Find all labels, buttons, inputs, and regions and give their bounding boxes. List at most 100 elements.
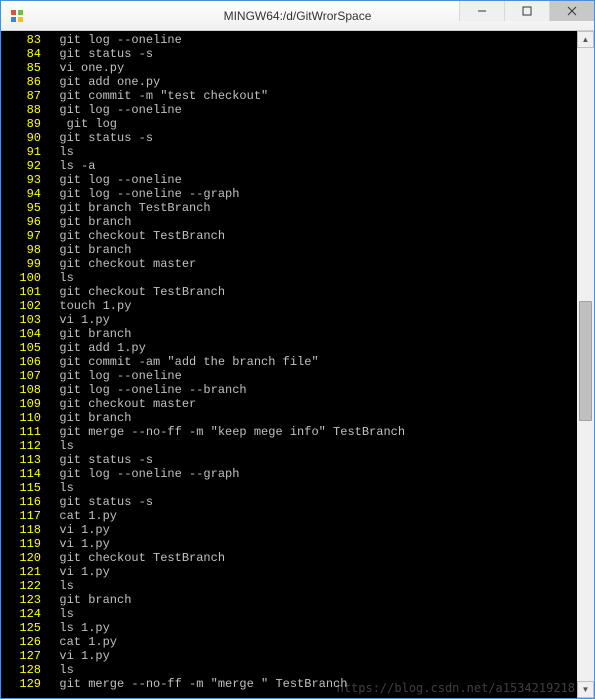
history-line: 97 git checkout TestBranch: [3, 229, 577, 243]
terminal-output[interactable]: 83 git log --oneline84 git status -s85 v…: [1, 31, 577, 698]
line-number: 96: [3, 215, 45, 229]
line-number: 128: [3, 663, 45, 677]
line-number: 115: [3, 481, 45, 495]
history-line: 100 ls: [3, 271, 577, 285]
line-number: 117: [3, 509, 45, 523]
history-line: 90 git status -s: [3, 131, 577, 145]
minimize-button[interactable]: [459, 1, 504, 21]
history-line: 113 git status -s: [3, 453, 577, 467]
history-line: 117 cat 1.py: [3, 509, 577, 523]
history-line: 120 git checkout TestBranch: [3, 551, 577, 565]
command-text: ls: [45, 145, 74, 159]
command-text: cat 1.py: [45, 635, 117, 649]
line-number: 94: [3, 187, 45, 201]
line-number: 123: [3, 593, 45, 607]
command-text: git commit -m "test checkout": [45, 89, 268, 103]
history-line: 104 git branch: [3, 327, 577, 341]
history-line: 105 git add 1.py: [3, 341, 577, 355]
line-number: 108: [3, 383, 45, 397]
line-number: 112: [3, 439, 45, 453]
command-text: vi one.py: [45, 61, 124, 75]
history-line: 118 vi 1.py: [3, 523, 577, 537]
line-number: 86: [3, 75, 45, 89]
history-line: 119 vi 1.py: [3, 537, 577, 551]
history-line: 125 ls 1.py: [3, 621, 577, 635]
history-line: 129 git merge --no-ff -m "merge " TestBr…: [3, 677, 577, 691]
command-text: git log --oneline: [45, 103, 182, 117]
command-text: git status -s: [45, 131, 153, 145]
history-line: 114 git log --oneline --graph: [3, 467, 577, 481]
history-line: 86 git add one.py: [3, 75, 577, 89]
command-text: ls: [45, 439, 74, 453]
line-number: 92: [3, 159, 45, 173]
history-line: 93 git log --oneline: [3, 173, 577, 187]
command-text: git status -s: [45, 495, 153, 509]
line-number: 87: [3, 89, 45, 103]
command-text: git merge --no-ff -m "merge " TestBranch: [45, 677, 347, 691]
history-line: 85 vi one.py: [3, 61, 577, 75]
history-line: 108 git log --oneline --branch: [3, 383, 577, 397]
scroll-down-button[interactable]: ▼: [577, 681, 594, 698]
history-line: 115 ls: [3, 481, 577, 495]
history-line: 84 git status -s: [3, 47, 577, 61]
command-text: vi 1.py: [45, 565, 110, 579]
command-text: git log: [45, 117, 117, 131]
line-number: 111: [3, 425, 45, 439]
command-text: git log --oneline --graph: [45, 187, 239, 201]
command-text: git checkout TestBranch: [45, 551, 225, 565]
line-number: 106: [3, 355, 45, 369]
line-number: 98: [3, 243, 45, 257]
line-number: 102: [3, 299, 45, 313]
line-number: 95: [3, 201, 45, 215]
line-number: 119: [3, 537, 45, 551]
history-line: 91 ls: [3, 145, 577, 159]
history-line: 110 git branch: [3, 411, 577, 425]
line-number: 122: [3, 579, 45, 593]
line-number: 90: [3, 131, 45, 145]
history-line: 103 vi 1.py: [3, 313, 577, 327]
close-button[interactable]: [549, 1, 594, 21]
line-number: 84: [3, 47, 45, 61]
command-text: git branch TestBranch: [45, 201, 211, 215]
command-text: vi 1.py: [45, 523, 110, 537]
history-line: 88 git log --oneline: [3, 103, 577, 117]
line-number: 89: [3, 117, 45, 131]
titlebar[interactable]: MINGW64:/d/GitWrorSpace: [1, 1, 594, 31]
line-number: 109: [3, 397, 45, 411]
line-number: 103: [3, 313, 45, 327]
terminal-area: 83 git log --oneline84 git status -s85 v…: [1, 31, 594, 698]
command-text: vi 1.py: [45, 537, 110, 551]
history-line: 83 git log --oneline: [3, 33, 577, 47]
command-text: git log --oneline: [45, 369, 182, 383]
scroll-up-button[interactable]: ▲: [577, 31, 594, 48]
command-text: git checkout master: [45, 397, 196, 411]
terminal-window: MINGW64:/d/GitWrorSpace 83 git log --one…: [0, 0, 595, 699]
line-number: 93: [3, 173, 45, 187]
history-line: 116 git status -s: [3, 495, 577, 509]
command-text: git add 1.py: [45, 341, 146, 355]
line-number: 125: [3, 621, 45, 635]
line-number: 91: [3, 145, 45, 159]
command-text: ls: [45, 607, 74, 621]
history-line: 127 vi 1.py: [3, 649, 577, 663]
scrollbar-thumb[interactable]: [579, 301, 592, 421]
app-icon: [9, 8, 25, 24]
line-number: 127: [3, 649, 45, 663]
maximize-button[interactable]: [504, 1, 549, 21]
vertical-scrollbar[interactable]: ▲ ▼: [577, 31, 594, 698]
history-line: 89 git log: [3, 117, 577, 131]
command-text: git status -s: [45, 453, 153, 467]
history-line: 122 ls: [3, 579, 577, 593]
scrollbar-track[interactable]: [577, 48, 594, 681]
history-line: 121 vi 1.py: [3, 565, 577, 579]
line-number: 116: [3, 495, 45, 509]
history-line: 102 touch 1.py: [3, 299, 577, 313]
line-number: 105: [3, 341, 45, 355]
command-text: ls: [45, 663, 74, 677]
line-number: 118: [3, 523, 45, 537]
line-number: 107: [3, 369, 45, 383]
command-text: vi 1.py: [45, 313, 110, 327]
line-number: 120: [3, 551, 45, 565]
line-number: 110: [3, 411, 45, 425]
command-text: git branch: [45, 593, 131, 607]
